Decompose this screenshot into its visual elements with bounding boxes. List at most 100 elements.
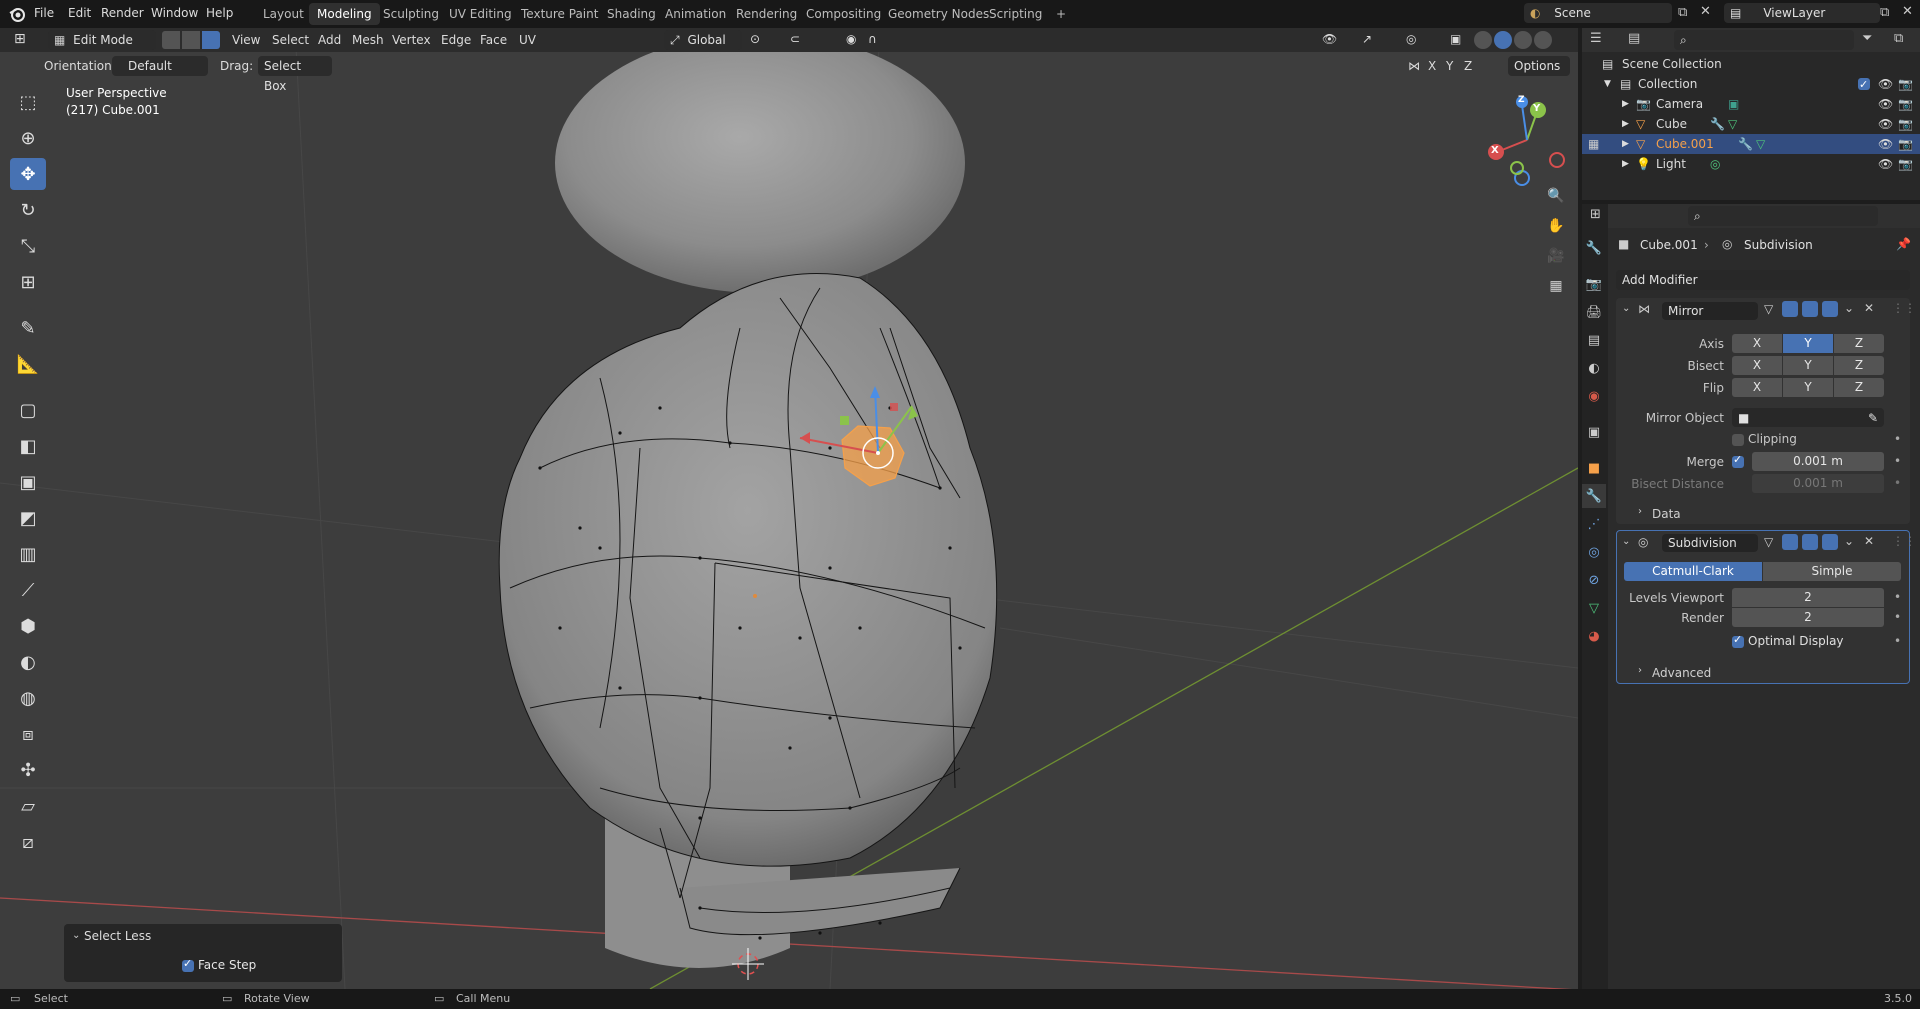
- cursor-tool-icon[interactable]: ⊕: [10, 122, 46, 154]
- render-tab-icon[interactable]: 📷: [1582, 272, 1606, 296]
- menu-edge[interactable]: Edge: [441, 33, 471, 47]
- tab-animation[interactable]: Animation: [657, 3, 734, 25]
- outliner-row-cube-001[interactable]: ▦ ▶ ▽ Cube.001 🔧 ▽ 👁 📷: [1582, 134, 1920, 154]
- move-tool-icon[interactable]: ✥: [10, 158, 46, 190]
- outliner-row-light[interactable]: ▶ 💡 Light ◎ 👁 📷: [1582, 154, 1920, 174]
- tab-scripting[interactable]: Scripting: [981, 3, 1050, 25]
- axis-y-toggle[interactable]: Y: [1783, 334, 1833, 353]
- add-workspace-button[interactable]: +: [1048, 3, 1074, 25]
- pan-icon[interactable]: ✋: [1542, 212, 1570, 240]
- rotate-tool-icon[interactable]: ↻: [10, 194, 46, 226]
- subdivision-editmode-icon[interactable]: ▽: [1764, 535, 1773, 549]
- material-tab-icon[interactable]: ◕: [1582, 624, 1606, 648]
- subdivision-viewport-icon[interactable]: [1802, 534, 1818, 550]
- overlays-icon[interactable]: ◎: [1406, 32, 1416, 46]
- shrink-fatten-tool-icon[interactable]: ✣: [10, 754, 46, 786]
- edge-slide-tool-icon[interactable]: ⧈: [10, 718, 46, 750]
- light-expand-icon[interactable]: ▶: [1622, 154, 1629, 174]
- cube-001-render-icon[interactable]: 📷: [1898, 134, 1913, 154]
- zoom-icon[interactable]: 🔍: [1542, 182, 1570, 210]
- tab-compositing[interactable]: Compositing: [798, 3, 889, 25]
- collection-expand-icon[interactable]: ▼: [1604, 74, 1611, 94]
- data-expand-icon[interactable]: ›: [1638, 506, 1642, 517]
- properties-search-input[interactable]: ⌕: [1688, 206, 1878, 226]
- edit-mode-indicator-icon[interactable]: ▦: [1588, 134, 1599, 154]
- merge-checkbox[interactable]: [1732, 453, 1744, 468]
- transform-orientation-dropdown[interactable]: ⤢ Global: [664, 30, 742, 50]
- proportional-edit-icon[interactable]: ◉: [846, 32, 856, 46]
- mirror-z-toggle[interactable]: Z: [1464, 59, 1472, 73]
- clipping-keyframe-icon[interactable]: •: [1894, 432, 1901, 446]
- menu-window[interactable]: Window: [151, 6, 198, 20]
- properties-editor-icon[interactable]: ⊞: [1590, 207, 1601, 222]
- scale-tool-icon[interactable]: ⤡: [10, 230, 46, 262]
- camera-expand-icon[interactable]: ▶: [1622, 94, 1629, 114]
- menu-mesh[interactable]: Mesh: [352, 33, 384, 47]
- menu-face[interactable]: Face: [480, 33, 507, 47]
- shear-tool-icon[interactable]: ▱: [10, 790, 46, 822]
- measure-tool-icon[interactable]: 📐: [10, 348, 46, 380]
- pivot-point-icon[interactable]: ⊙: [750, 32, 760, 46]
- mirror-drag-handle-icon[interactable]: ⋮⋮: [1892, 301, 1916, 315]
- falloff-icon[interactable]: ∩: [868, 32, 877, 46]
- options-dropdown[interactable]: Options: [1508, 56, 1570, 76]
- rip-region-tool-icon[interactable]: ⧄: [10, 826, 46, 858]
- mirror-viewport-icon[interactable]: [1802, 301, 1818, 317]
- camera-view-icon[interactable]: 🎥: [1542, 242, 1570, 270]
- wireframe-shading-icon[interactable]: [1474, 31, 1492, 49]
- scene-selector[interactable]: ◐ Scene: [1524, 3, 1672, 23]
- cube-render-icon[interactable]: 📷: [1898, 114, 1913, 134]
- flip-z-toggle[interactable]: Z: [1834, 378, 1884, 397]
- bisect-distance-keyframe-icon[interactable]: •: [1894, 476, 1901, 490]
- axis-x-toggle[interactable]: X: [1732, 334, 1782, 353]
- menu-file[interactable]: File: [34, 6, 54, 20]
- eyedropper-icon[interactable]: ✎: [1868, 408, 1878, 428]
- bisect-distance-field[interactable]: 0.001 m: [1752, 474, 1884, 493]
- subdivision-cage-icon[interactable]: [1782, 534, 1798, 550]
- physics-tab-icon[interactable]: ◎: [1582, 540, 1606, 564]
- merge-keyframe-icon[interactable]: •: [1894, 454, 1901, 468]
- cube-001-expand-icon[interactable]: ▶: [1622, 134, 1629, 154]
- cube-expand-icon[interactable]: ▶: [1622, 114, 1629, 134]
- bevel-tool-icon[interactable]: ◩: [10, 502, 46, 534]
- menu-view[interactable]: View: [232, 33, 260, 47]
- world-tab-icon[interactable]: ◉: [1582, 384, 1606, 408]
- inset-tool-icon[interactable]: ▣: [10, 466, 46, 498]
- menu-help[interactable]: Help: [206, 6, 233, 20]
- tab-sculpting[interactable]: Sculpting: [375, 3, 447, 25]
- constraints-tab-icon[interactable]: ⊘: [1582, 568, 1606, 592]
- clipping-checkbox[interactable]: [1732, 434, 1744, 446]
- outliner-row-collection[interactable]: ▼ ▤ Collection 👁 📷: [1582, 74, 1920, 95]
- rendered-shading-icon[interactable]: [1534, 31, 1552, 49]
- cube-visibility-icon[interactable]: 👁: [1878, 114, 1893, 134]
- delete-view-layer-icon[interactable]: ✕: [1902, 4, 1913, 19]
- menu-add[interactable]: Add: [318, 33, 341, 47]
- smooth-tool-icon[interactable]: ◍: [10, 682, 46, 714]
- bisect-y-toggle[interactable]: Y: [1783, 356, 1833, 375]
- mirror-dropdown-icon[interactable]: ⌄: [1844, 301, 1854, 315]
- menu-edit[interactable]: Edit: [68, 6, 91, 20]
- new-collection-icon[interactable]: ⧉: [1894, 31, 1903, 46]
- tab-modeling[interactable]: Modeling: [309, 3, 380, 25]
- tab-shading[interactable]: Shading: [599, 3, 664, 25]
- face-step-checkbox[interactable]: [182, 957, 194, 972]
- face-select-mode-icon[interactable]: [202, 31, 220, 49]
- collection-visibility-icon[interactable]: 👁: [1878, 74, 1893, 94]
- solid-shading-icon[interactable]: [1494, 31, 1512, 49]
- menu-render[interactable]: Render: [101, 6, 144, 20]
- blender-logo-icon[interactable]: [8, 5, 26, 23]
- levels-viewport-field[interactable]: 2: [1732, 588, 1884, 607]
- mirror-y-toggle[interactable]: Y: [1446, 59, 1453, 73]
- data-tab-icon[interactable]: ▽: [1582, 596, 1606, 620]
- modifier-tab-icon[interactable]: 🔧: [1582, 484, 1606, 508]
- optimal-display-checkbox[interactable]: [1732, 633, 1744, 648]
- tab-geometry-nodes[interactable]: Geometry Nodes: [880, 3, 997, 25]
- merge-distance-field[interactable]: 0.001 m: [1752, 452, 1884, 471]
- poly-build-tool-icon[interactable]: ⬢: [10, 610, 46, 642]
- outliner-search-input[interactable]: ⌕: [1674, 30, 1854, 50]
- drag-dropdown[interactable]: Select Box: [258, 56, 332, 93]
- outliner-row-scene-collection[interactable]: ▤ Scene Collection: [1582, 54, 1920, 74]
- mirror-x-toggle[interactable]: X: [1428, 59, 1436, 73]
- add-cube-tool-icon[interactable]: ▢: [10, 394, 46, 426]
- light-render-icon[interactable]: 📷: [1898, 154, 1913, 174]
